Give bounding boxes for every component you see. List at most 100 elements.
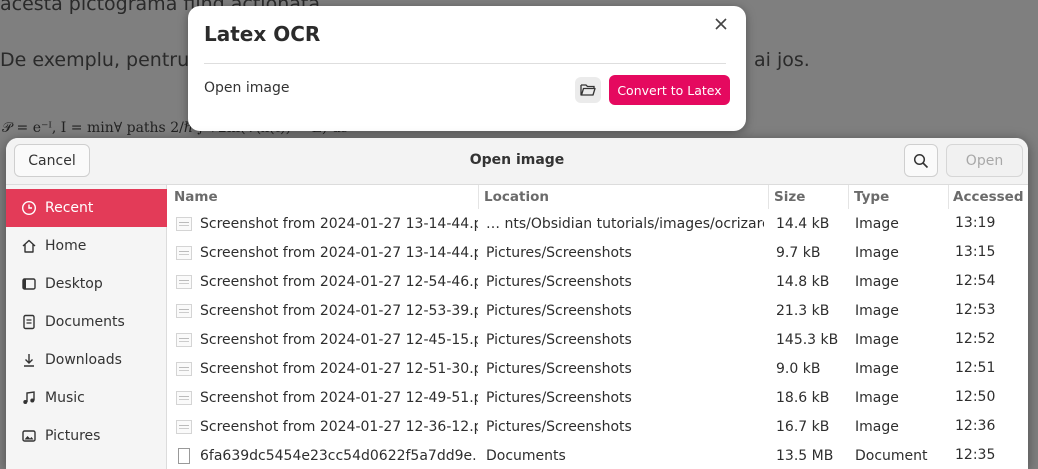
column-header-name[interactable]: Name — [174, 189, 218, 205]
file-type: Image — [855, 245, 899, 261]
image-thumbnail-icon — [176, 304, 192, 318]
file-accessed: 12:54 — [955, 273, 996, 289]
divider — [204, 63, 726, 64]
file-type: Image — [855, 216, 899, 232]
column-header-size[interactable]: Size — [774, 189, 805, 205]
table-row[interactable]: Screenshot from 2024-01-27 12-54-46.png … — [168, 268, 1028, 297]
sidebar-item-label: Desktop — [45, 276, 103, 292]
file-type: Image — [855, 361, 899, 377]
background-text-line: ai jos. — [754, 49, 810, 71]
sidebar-item-documents[interactable]: Documents — [6, 303, 167, 341]
latex-ocr-dialog: Latex OCR Open image Convert to Latex — [188, 6, 746, 131]
table-row[interactable]: Screenshot from 2024-01-27 12-51-30.png … — [168, 355, 1028, 384]
file-name: Screenshot from 2024-01-27 12-36-12.png — [200, 419, 478, 435]
table-row[interactable]: 6fa639dc5454e23cc54d0622f5a7dd9e... Docu… — [168, 442, 1028, 469]
table-row[interactable]: Screenshot from 2024-01-27 13-14-44.png … — [168, 239, 1028, 268]
desktop-icon — [20, 275, 38, 293]
file-location: Pictures/Screenshots — [486, 390, 632, 406]
file-size: 14.8 kB — [776, 274, 830, 290]
sidebar-item-label: Documents — [45, 314, 125, 330]
file-name: Screenshot from 2024-01-27 13-14-44.png — [200, 216, 478, 232]
file-size: 14.4 kB — [776, 216, 830, 232]
file-location: Pictures/Screenshots — [486, 245, 632, 261]
document-icon — [20, 313, 38, 331]
file-name: Screenshot from 2024-01-27 12-45-15.png — [200, 332, 478, 348]
file-accessed: 12:50 — [955, 389, 996, 405]
background-text-line: De exemplu, pentru u — [0, 49, 208, 71]
table-row[interactable]: Screenshot from 2024-01-27 12-53-39.png … — [168, 297, 1028, 326]
file-location: Documents — [486, 448, 566, 464]
file-type: Image — [855, 419, 899, 435]
table-row[interactable]: Screenshot from 2024-01-27 12-45-15.png … — [168, 326, 1028, 355]
file-location: Pictures/Screenshots — [486, 332, 632, 348]
sidebar-item-home[interactable]: Home — [6, 227, 167, 265]
sidebar-item-label: Downloads — [45, 352, 122, 368]
image-thumbnail-icon — [176, 362, 192, 376]
open-button[interactable]: Open — [946, 144, 1023, 177]
file-name: Screenshot from 2024-01-27 12-53-39.png — [200, 303, 478, 319]
music-icon — [20, 389, 38, 407]
column-divider — [948, 185, 949, 209]
dialog-header: Cancel Open image Open — [6, 138, 1028, 185]
close-icon[interactable] — [712, 16, 730, 34]
file-name: Screenshot from 2024-01-27 12-49-51.png — [200, 390, 478, 406]
file-name: Screenshot from 2024-01-27 12-51-30.png — [200, 361, 478, 377]
file-accessed: 12:35 — [955, 447, 996, 463]
column-divider — [848, 185, 849, 209]
file-accessed: 12:36 — [955, 418, 996, 434]
sidebar-item-label: Music — [45, 390, 85, 406]
sidebar-item-label: Pictures — [45, 428, 101, 444]
image-thumbnail-icon — [176, 420, 192, 434]
file-accessed: 13:15 — [955, 244, 996, 260]
column-header-accessed[interactable]: Accessed — [953, 189, 1024, 205]
table-row[interactable]: Screenshot from 2024-01-27 13-14-44.png … — [168, 210, 1028, 239]
search-icon — [913, 153, 929, 168]
dialog-title: Open image — [469, 152, 565, 168]
open-folder-button[interactable] — [575, 77, 601, 103]
file-type: Image — [855, 332, 899, 348]
file-type: Document — [855, 448, 928, 464]
file-location: Pictures/Screenshots — [486, 303, 632, 319]
file-size: 9.0 kB — [776, 361, 821, 377]
file-accessed: 12:52 — [955, 331, 996, 347]
file-name: 6fa639dc5454e23cc54d0622f5a7dd9e... — [200, 448, 478, 464]
table-row[interactable]: Screenshot from 2024-01-27 12-36-12.png … — [168, 413, 1028, 442]
search-button[interactable] — [904, 144, 938, 177]
file-accessed: 12:53 — [955, 302, 996, 318]
column-header-type[interactable]: Type — [854, 189, 889, 205]
file-location: Pictures/Screenshots — [486, 361, 632, 377]
sidebar-item-music[interactable]: Music — [6, 379, 167, 417]
file-size: 145.3 kB — [776, 332, 839, 348]
sidebar-item-pictures[interactable]: Pictures — [6, 417, 167, 455]
download-icon — [20, 351, 38, 369]
open-image-label: Open image — [204, 80, 290, 96]
file-location: … nts/Obsidian tutorials/images/ocrizare — [486, 216, 764, 232]
file-location: Pictures/Screenshots — [486, 274, 632, 290]
file-name: Screenshot from 2024-01-27 12-54-46.png — [200, 274, 478, 290]
picture-icon — [20, 427, 38, 445]
folder-open-icon — [580, 84, 596, 96]
file-accessed: 13:19 — [955, 215, 996, 231]
column-header-location[interactable]: Location — [484, 189, 549, 205]
file-chooser-dialog: Cancel Open image Open Recent Home Deskt… — [6, 138, 1028, 469]
convert-to-latex-button[interactable]: Convert to Latex — [609, 75, 730, 105]
table-row[interactable]: Screenshot from 2024-01-27 12-49-51.png … — [168, 384, 1028, 413]
places-sidebar: Recent Home Desktop Documents Downloads — [6, 185, 167, 469]
column-divider — [478, 185, 479, 209]
file-type: Image — [855, 303, 899, 319]
document-file-icon — [178, 448, 190, 464]
column-divider — [768, 185, 769, 209]
sidebar-item-recent[interactable]: Recent — [6, 189, 167, 227]
image-thumbnail-icon — [176, 217, 192, 231]
file-size: 21.3 kB — [776, 303, 830, 319]
image-thumbnail-icon — [176, 246, 192, 260]
sidebar-item-downloads[interactable]: Downloads — [6, 341, 167, 379]
dialog-title: Latex OCR — [204, 22, 321, 46]
sidebar-item-desktop[interactable]: Desktop — [6, 265, 167, 303]
image-thumbnail-icon — [176, 391, 192, 405]
file-type: Image — [855, 390, 899, 406]
file-location: Pictures/Screenshots — [486, 419, 632, 435]
image-thumbnail-icon — [176, 275, 192, 289]
file-size: 13.5 MB — [776, 448, 834, 464]
sidebar-item-label: Recent — [45, 200, 94, 216]
